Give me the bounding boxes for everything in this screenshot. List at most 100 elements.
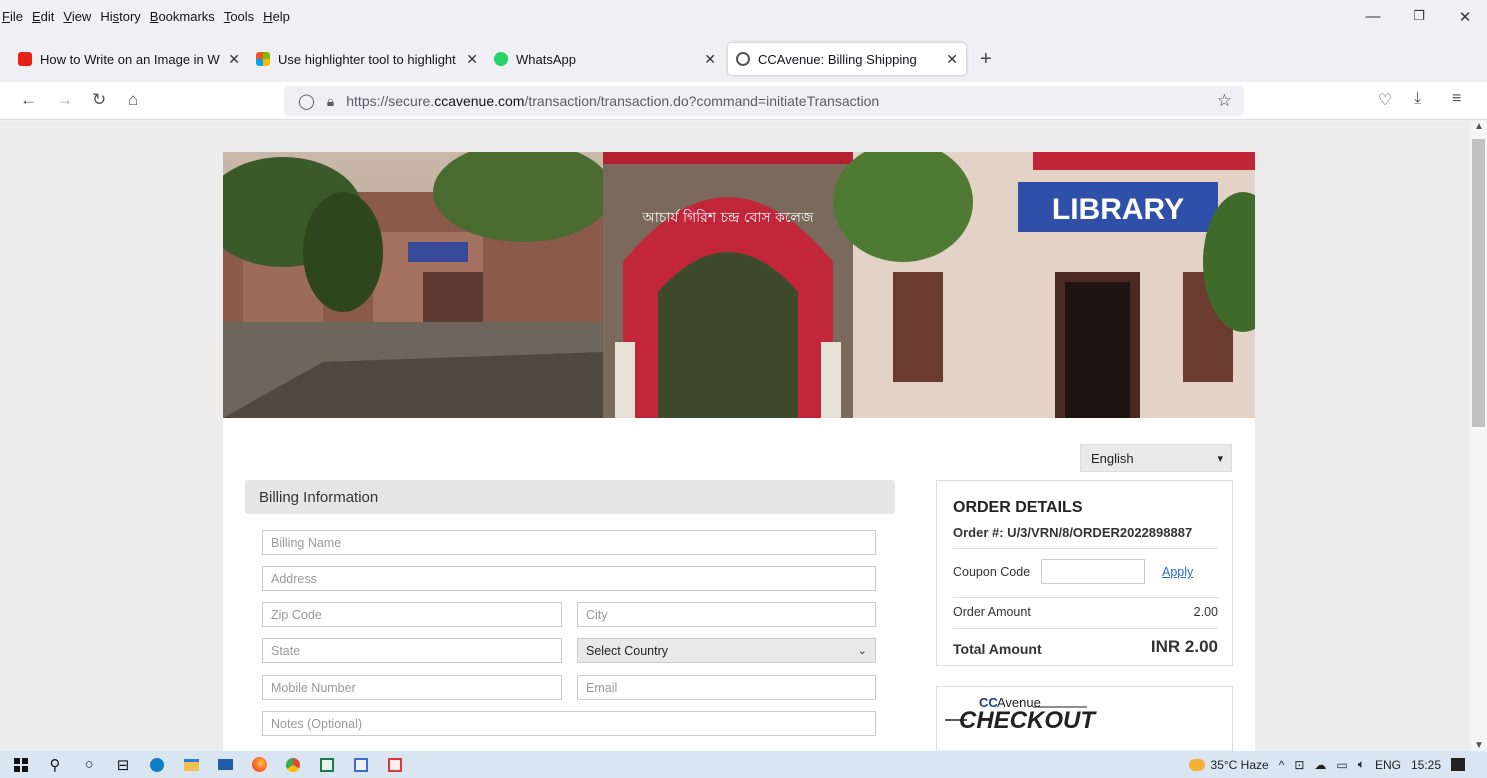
system-tray: 35°C Haze ^ ⊡ ☁ ▭ 🔈︎ ENG 15:25 [1188, 751, 1487, 778]
divider [953, 628, 1218, 629]
reload-icon[interactable]: ↻ [92, 90, 106, 110]
tab-label: CCAvenue: Billing Shipping [758, 51, 917, 67]
zip-placeholder: Zip Code [271, 607, 322, 622]
taskbar: ⚲ ○ ⊟ 35°C Haze ^ ⊡ ☁ ▭ 🔈︎ ENG 15:25 [0, 751, 1487, 778]
order-amount-label: Order Amount [953, 605, 1031, 619]
back-icon[interactable]: ← [20, 90, 37, 110]
billing-name-placeholder: Billing Name [271, 535, 342, 550]
close-tab-icon[interactable]: ✕ [946, 51, 958, 68]
app-icon[interactable] [378, 751, 412, 778]
chrome-icon[interactable] [276, 751, 310, 778]
url-domain: ccavenue.com [434, 93, 525, 109]
restore-button[interactable]: ❐ [1396, 8, 1442, 26]
billing-name-field[interactable]: Billing Name [262, 530, 876, 555]
menu-bar: File Edit View History Bookmarks Tools H… [0, 0, 1487, 36]
order-amount-value: 2.00 [1193, 605, 1218, 619]
close-window-button[interactable]: ✕ [1442, 8, 1487, 26]
minimize-button[interactable]: — [1350, 8, 1396, 26]
menu-help[interactable]: Help [263, 9, 290, 24]
coupon-label: Coupon Code [953, 565, 1031, 579]
menu-file[interactable]: File [2, 9, 23, 24]
email-field[interactable]: Email [577, 675, 876, 700]
state-field[interactable]: State [262, 638, 562, 663]
tray-app-icon[interactable]: ⊡ [1294, 758, 1304, 772]
divider [953, 597, 1218, 598]
input-language[interactable]: ENG [1375, 758, 1401, 772]
total-amount-value: INR 2.00 [1150, 637, 1218, 656]
total-amount-label: Total Amount [953, 641, 1042, 657]
email-placeholder: Email [586, 680, 618, 695]
library-sign: LIBRARY [1052, 193, 1184, 226]
mail-icon[interactable] [208, 751, 242, 778]
url-path: /transaction/transaction.do?command=init… [524, 93, 880, 109]
task-view-icon[interactable]: ⊟ [106, 751, 140, 778]
scroll-down-icon[interactable]: ▼ [1474, 740, 1484, 751]
new-tab-button[interactable]: + [980, 48, 992, 71]
payment-card: আচার্য গিরিশ চন্দ্র বোস কলেজ LIBRARY Eng… [223, 152, 1255, 751]
weather-icon[interactable] [1188, 758, 1205, 771]
arch-text: আচার্য গিরিশ চন্দ্র বোস কলেজ [641, 209, 813, 226]
notes-placeholder: Notes (Optional) [271, 716, 363, 731]
lock-icon[interactable]: 🔒︎ [327, 93, 334, 110]
weather-text[interactable]: 35°C Haze [1211, 758, 1269, 772]
firefox-icon[interactable] [242, 751, 276, 778]
close-tab-icon[interactable]: ✕ [466, 51, 478, 68]
close-tab-icon[interactable]: ✕ [704, 51, 716, 68]
forward-icon[interactable]: → [56, 90, 73, 110]
windows-start-icon[interactable] [4, 751, 38, 778]
chevron-down-icon: ⌄ [857, 645, 867, 657]
notifications-icon[interactable] [1451, 758, 1465, 771]
nav-bar: ← → ↻ ⌂ ◯ 🔒︎ https://secure. ccavenue.com… [0, 82, 1487, 120]
page-viewport: আচার্য গিরিশ চন্দ্র বোস কলেজ LIBRARY Eng… [0, 121, 1470, 751]
college-banner-image: আচার্য গিরিশ চন্দ্র বোস কলেজ LIBRARY [223, 152, 1255, 418]
volume-icon[interactable]: 🔈︎ [1358, 757, 1365, 772]
home-icon[interactable]: ⌂ [128, 90, 138, 110]
menu-history[interactable]: History [100, 9, 140, 24]
mobile-placeholder: Mobile Number [271, 680, 356, 695]
city-field[interactable]: City [577, 602, 876, 627]
notes-field[interactable]: Notes (Optional) [262, 711, 876, 736]
language-select[interactable]: English ▾ [1080, 444, 1232, 472]
file-explorer-icon[interactable] [174, 751, 208, 778]
page-scrollbar[interactable]: ▲ ▼ [1470, 121, 1487, 751]
menu-edit[interactable]: Edit [32, 9, 54, 24]
tab-highlighter[interactable]: Use highlighter tool to highlight ✕ [248, 43, 486, 75]
menu-bookmarks[interactable]: Bookmarks [150, 9, 215, 24]
bookmark-star-icon[interactable]: ☆ [1217, 91, 1232, 111]
scrollbar-thumb[interactable] [1472, 139, 1485, 427]
tab-whatsapp[interactable]: WhatsApp ✕ [486, 43, 724, 75]
address-field[interactable]: Address [262, 566, 876, 591]
zip-code-field[interactable]: Zip Code [262, 602, 562, 627]
apply-coupon-link[interactable]: Apply [1162, 565, 1193, 579]
excel-icon[interactable] [310, 751, 344, 778]
network-icon[interactable]: ▭ [1336, 758, 1347, 772]
pocket-icon[interactable]: ♡ [1378, 90, 1392, 110]
word-icon[interactable] [344, 751, 378, 778]
url-bar[interactable]: ◯ 🔒︎ https://secure. ccavenue.com/transac… [284, 86, 1244, 116]
chevron-up-icon[interactable]: ^ [1279, 758, 1285, 772]
tab-ccavenue[interactable]: CCAvenue: Billing Shipping ✕ [728, 43, 966, 75]
close-tab-icon[interactable]: ✕ [228, 51, 240, 68]
menu-icon[interactable]: ≡ [1452, 90, 1461, 108]
globe-icon [736, 52, 750, 66]
edge-icon[interactable] [140, 751, 174, 778]
order-title: ORDER DETAILS [953, 499, 1083, 516]
download-icon[interactable]: ⤓ [1414, 90, 1421, 108]
mobile-field[interactable]: Mobile Number [262, 675, 562, 700]
tab-youtube[interactable]: How to Write on an Image in W ✕ [10, 43, 248, 75]
onedrive-icon[interactable]: ☁ [1314, 758, 1326, 772]
billing-title: Billing Information [259, 488, 379, 506]
microsoft-icon [256, 52, 270, 66]
coupon-input[interactable] [1041, 559, 1145, 584]
menu-tools[interactable]: Tools [224, 9, 254, 24]
youtube-icon [18, 52, 32, 66]
country-select[interactable]: Select Country ⌄ [577, 638, 876, 663]
search-icon[interactable]: ⚲ [38, 751, 72, 778]
clock[interactable]: 15:25 [1411, 758, 1441, 772]
menu-view[interactable]: View [63, 9, 91, 24]
ccavenue-checkout-logo: CC Avenue CHECKOUT [936, 686, 1234, 751]
language-value: English [1091, 450, 1134, 466]
shield-icon[interactable]: ◯ [298, 92, 315, 110]
cortana-icon[interactable]: ○ [72, 751, 106, 778]
scroll-up-icon[interactable]: ▲ [1474, 121, 1484, 132]
